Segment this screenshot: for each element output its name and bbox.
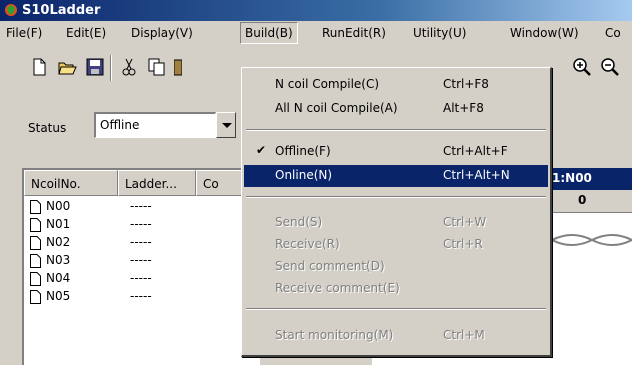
menu-item-shortcut: Ctrl+M <box>443 328 485 342</box>
menu-item-label: Receive(R) <box>275 237 340 251</box>
list-item[interactable]: N04 ----- <box>24 270 260 288</box>
menu-separator <box>246 196 546 198</box>
save-icon[interactable] <box>84 56 106 78</box>
menu-item-ncoil-compile[interactable]: N coil Compile(C) Ctrl+F8 <box>244 74 548 96</box>
ladder-value: ----- <box>130 235 152 249</box>
cut-icon[interactable] <box>118 56 140 78</box>
menu-item-shortcut: Ctrl+Alt+F <box>443 144 508 158</box>
copy-icon[interactable] <box>146 56 168 78</box>
list-item[interactable]: N01 ----- <box>24 216 260 234</box>
build-menu-dropdown: N coil Compile(C) Ctrl+F8 All N coil Com… <box>241 67 552 357</box>
zoom-in-icon[interactable] <box>571 56 593 78</box>
document-icon <box>30 218 41 232</box>
menu-separator <box>246 308 546 310</box>
list-item[interactable]: N03 ----- <box>24 252 260 270</box>
menu-item-shortcut: Ctrl+Alt+N <box>443 168 510 182</box>
menu-item-label: All N coil Compile(A) <box>275 101 398 115</box>
menu-item-shortcut: Ctrl+R <box>443 237 483 251</box>
toolbar-separator <box>110 55 112 81</box>
title-bar: S10Ladder <box>0 0 632 21</box>
ladder-value: ----- <box>130 199 152 213</box>
menu-file[interactable]: File(F) <box>2 22 46 44</box>
menu-separator <box>246 129 546 131</box>
status-label: Status <box>28 121 67 135</box>
list-item[interactable]: N00 ----- <box>24 198 260 216</box>
ladder-value: ----- <box>130 271 152 285</box>
menu-item-shortcut: Ctrl+W <box>443 215 487 229</box>
document-icon <box>30 254 41 268</box>
document-icon <box>30 290 41 304</box>
ncoil-number: N01 <box>46 217 71 231</box>
app-icon <box>5 4 17 16</box>
ladder-value: ----- <box>130 289 152 303</box>
menu-utility[interactable]: Utility(U) <box>409 22 470 44</box>
menu-item-label: Online(N) <box>275 168 333 182</box>
zoom-out-icon[interactable] <box>599 56 621 78</box>
menu-item-label: Receive comment(E) <box>275 281 400 295</box>
menu-item-online[interactable]: Online(N) Ctrl+Alt+N <box>244 165 548 187</box>
menu-edit[interactable]: Edit(E) <box>62 22 110 44</box>
menu-item-label: Send comment(D) <box>275 259 385 273</box>
checkmark-icon: ✔ <box>256 143 267 157</box>
menu-build[interactable]: Build(B) <box>240 22 298 44</box>
menu-item-all-ncoil-compile[interactable]: All N coil Compile(A) Alt+F8 <box>244 98 548 120</box>
ncoil-list: NcoilNo. Ladder... Co N00 ----- N01 ----… <box>22 168 260 365</box>
menu-more[interactable]: Co <box>601 22 625 44</box>
menu-item-receive-comment[interactable]: Receive comment(E) <box>244 278 548 300</box>
menu-item-label: Offline(F) <box>275 144 331 158</box>
col-header-ncoilno[interactable]: NcoilNo. <box>24 170 118 196</box>
ladder-window-title-text: 1:N00 <box>552 171 592 185</box>
column-header-label: 0 <box>578 193 587 207</box>
menu-item-send-comment[interactable]: Send comment(D) <box>244 256 548 278</box>
new-icon[interactable] <box>28 56 50 78</box>
col-header-ladder[interactable]: Ladder... <box>118 170 196 196</box>
document-icon <box>30 236 41 250</box>
ncoil-number: N00 <box>46 199 71 213</box>
document-icon <box>30 272 41 286</box>
list-item[interactable]: N05 ----- <box>24 288 260 306</box>
ncoil-number: N03 <box>46 253 71 267</box>
menu-item-label: Send(S) <box>275 215 323 229</box>
menu-display[interactable]: Display(V) <box>127 22 197 44</box>
menu-item-start-monitoring[interactable]: Start monitoring(M) Ctrl+M <box>244 325 548 347</box>
ncoil-number: N05 <box>46 289 71 303</box>
document-icon <box>30 200 41 214</box>
open-icon[interactable] <box>56 56 78 78</box>
menu-item-shortcut: Alt+F8 <box>443 101 484 115</box>
ladder-contact-graphic <box>552 234 632 246</box>
menu-item-receive[interactable]: Receive(R) Ctrl+R <box>244 234 548 256</box>
menu-item-label: N coil Compile(C) <box>275 77 380 91</box>
list-item[interactable]: N02 ----- <box>24 234 260 252</box>
ladder-value: ----- <box>130 217 152 231</box>
paste-icon[interactable] <box>174 56 182 78</box>
status-dropdown-button[interactable] <box>216 112 236 138</box>
ncoil-number: N02 <box>46 235 71 249</box>
menu-window[interactable]: Window(W) <box>506 22 583 44</box>
menu-item-shortcut: Ctrl+F8 <box>443 77 489 91</box>
menu-item-label: Start monitoring(M) <box>275 328 394 342</box>
window-title: S10Ladder <box>22 3 101 18</box>
status-select[interactable]: Offline <box>94 112 216 138</box>
ncoil-number: N04 <box>46 271 71 285</box>
menu-runedit[interactable]: RunEdit(R) <box>318 22 390 44</box>
ladder-value: ----- <box>130 253 152 267</box>
menu-item-send[interactable]: Send(S) Ctrl+W <box>244 212 548 234</box>
menu-item-offline[interactable]: ✔ Offline(F) Ctrl+Alt+F <box>244 141 548 163</box>
menu-bar: File(F) Edit(E) Display(V) Build(B) RunE… <box>0 22 632 44</box>
